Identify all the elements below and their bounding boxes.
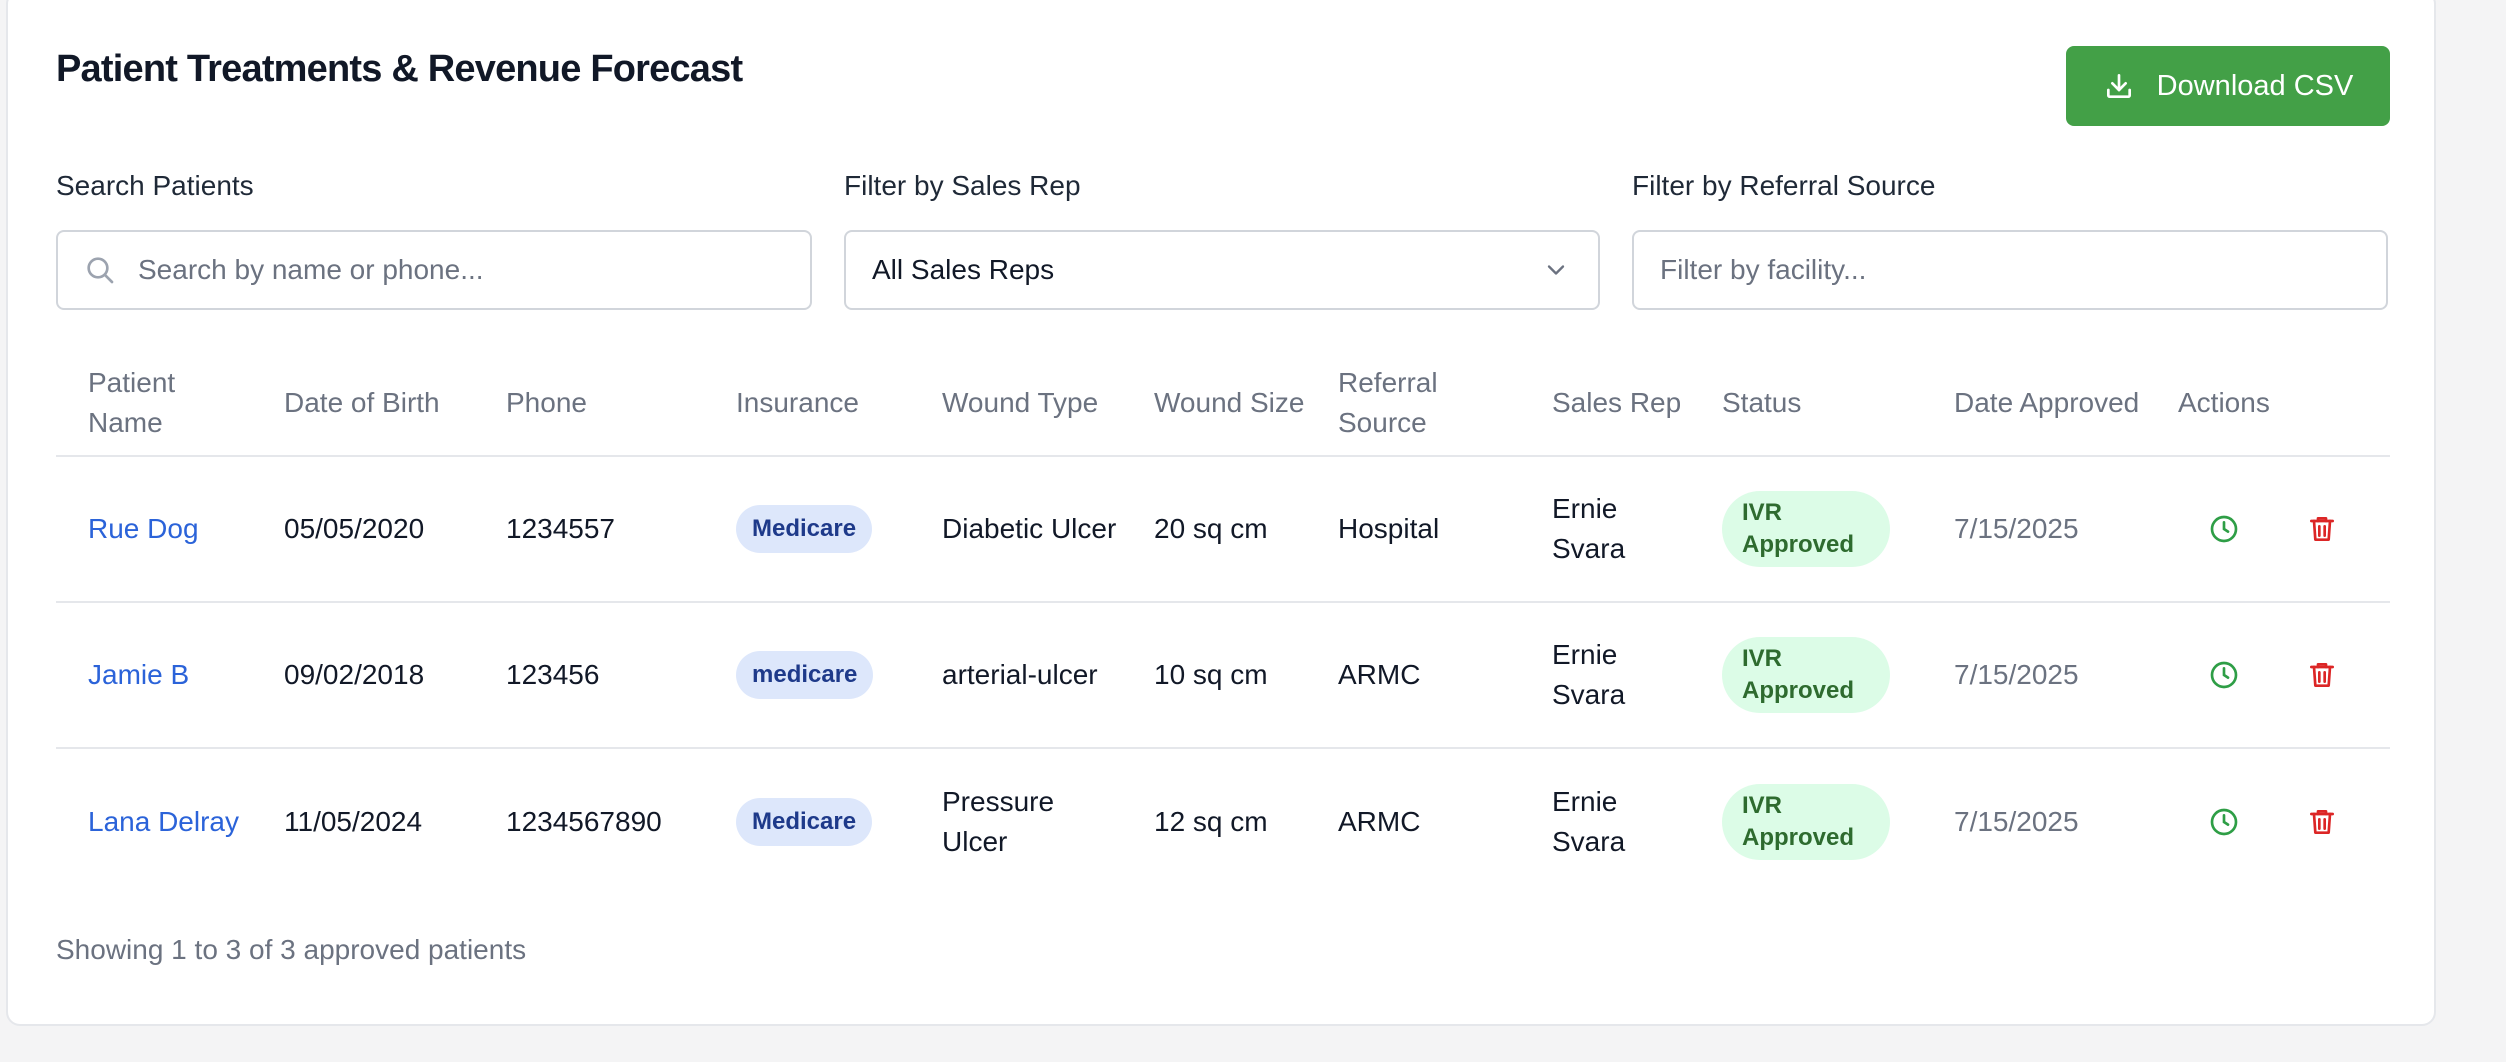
header-date-approved: Date Approved — [1922, 350, 2146, 457]
clock-icon[interactable] — [2208, 513, 2240, 545]
cell-wound-size: 10 sq cm — [1122, 602, 1306, 749]
status-badge: IVR Approved — [1722, 491, 1890, 567]
header-wound-size: Wound Size — [1122, 350, 1306, 457]
sales-rep-filter-label: Filter by Sales Rep — [844, 170, 1081, 201]
table-header-row: Patient Name Date of Birth Phone Insuran… — [56, 350, 2390, 457]
insurance-badge: Medicare — [736, 797, 873, 846]
cell-wound-type: arterial-ulcer — [910, 602, 1122, 749]
referral-source-field-container — [1632, 230, 2388, 310]
chevron-down-icon — [1547, 265, 1565, 275]
table-row: Lana Delray 11/05/2024 1234567890 Medica… — [56, 748, 2390, 894]
trash-icon[interactable] — [2306, 513, 2338, 545]
sales-rep-selected-value: All Sales Reps — [872, 254, 1055, 285]
download-csv-button[interactable]: Download CSV — [2066, 46, 2390, 126]
pagination-summary: Showing 1 to 3 of 3 approved patients — [56, 934, 527, 965]
cell-wound-type: Diabetic Ulcer — [910, 456, 1122, 603]
table-row: Rue Dog 05/05/2020 1234557 Medicare Diab… — [56, 456, 2390, 603]
insurance-badge: Medicare — [736, 505, 873, 553]
cell-referral-source: ARMC — [1338, 805, 1421, 837]
header-status: Status — [1690, 350, 1922, 457]
referral-filter-label: Filter by Referral Source — [1632, 170, 1936, 201]
cell-wound-size: 12 sq cm — [1154, 805, 1268, 837]
status-badge: IVR Approved — [1722, 783, 1890, 860]
cell-date-approved: 7/15/2025 — [1922, 602, 2146, 749]
row-actions — [2178, 806, 2390, 838]
cell-sales-rep: Ernie Svara — [1552, 785, 1626, 857]
cell-wound-size: 20 sq cm — [1122, 456, 1306, 603]
trash-icon[interactable] — [2306, 659, 2338, 691]
page-title: Patient Treatments & Revenue Forecast — [56, 48, 743, 90]
cell-date-approved: 7/15/2025 — [1954, 805, 2079, 837]
table-row: Jamie B 09/02/2018 123456 medicare arter… — [56, 602, 2390, 749]
cell-wound-type: Pressure Ulcer — [942, 785, 1055, 857]
patient-name-link[interactable]: Lana Delray — [88, 806, 239, 837]
header-phone: Phone — [474, 350, 704, 457]
cell-phone: 123456 — [474, 602, 704, 749]
cell-referral-source: ARMC — [1306, 602, 1520, 749]
header-wound-type: Wound Type — [910, 350, 1122, 457]
search-input[interactable] — [58, 254, 810, 286]
header-insurance: Insurance — [704, 350, 910, 457]
patients-table: Patient Name Date of Birth Phone Insuran… — [56, 350, 2390, 894]
cell-dob: 11/05/2024 — [284, 805, 423, 837]
download-icon — [2106, 74, 2131, 98]
insurance-badge: medicare — [736, 651, 874, 699]
trash-icon[interactable] — [2306, 806, 2338, 838]
cell-dob: 09/02/2018 — [252, 602, 474, 749]
header-sales-rep: Sales Rep — [1520, 350, 1690, 457]
patient-name-link[interactable]: Jamie B — [88, 659, 189, 690]
row-actions — [2178, 659, 2390, 691]
row-actions — [2178, 513, 2390, 545]
header-actions: Actions — [2146, 350, 2390, 457]
search-field-container — [56, 230, 812, 310]
search-icon — [87, 257, 114, 284]
cell-phone: 1234557 — [474, 456, 704, 603]
clock-icon[interactable] — [2208, 659, 2240, 691]
clock-icon[interactable] — [2208, 806, 2240, 838]
cell-phone: 1234567890 — [506, 805, 662, 837]
status-badge: IVR Approved — [1722, 637, 1890, 713]
search-patients-label: Search Patients — [56, 170, 254, 201]
cell-sales-rep: Ernie Svara — [1520, 456, 1690, 603]
header-patient-name: Patient Name — [56, 350, 252, 457]
patient-treatments-card: Patient Treatments & Revenue Forecast Do… — [6, 0, 2436, 1026]
cell-sales-rep: Ernie Svara — [1520, 602, 1690, 749]
cell-dob: 05/05/2020 — [252, 456, 474, 603]
sales-rep-select[interactable]: All Sales Reps — [844, 230, 1600, 310]
patient-name-link[interactable]: Rue Dog — [88, 513, 199, 544]
header-date-of-birth: Date of Birth — [252, 350, 474, 457]
header-referral-source: Referral Source — [1306, 350, 1520, 457]
cell-referral-source: Hospital — [1306, 456, 1520, 603]
referral-source-input[interactable] — [1634, 254, 2386, 286]
cell-date-approved: 7/15/2025 — [1922, 456, 2146, 603]
download-csv-label: Download CSV — [2156, 69, 2354, 102]
